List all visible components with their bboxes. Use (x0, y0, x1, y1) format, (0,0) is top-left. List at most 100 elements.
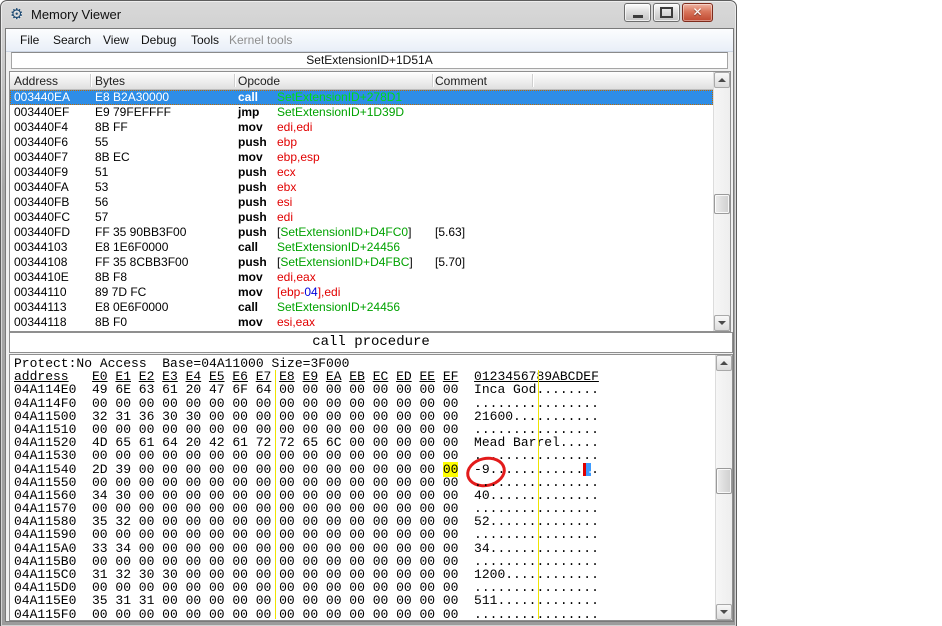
menu-item-debug[interactable]: Debug (138, 32, 179, 48)
dump-byte-cell[interactable]: 00 (373, 608, 396, 620)
dump-byte-cell[interactable]: 00 (232, 608, 255, 620)
menu-item-file[interactable]: File (17, 32, 42, 48)
dump-byte-value: 00 (303, 607, 319, 620)
disasm-row[interactable]: 003440FC57pushedi (10, 210, 713, 225)
client-area: FileSearchViewDebugToolsKernel tools Set… (5, 28, 734, 622)
scroll-down-button[interactable] (716, 604, 732, 620)
dump-ascii-text[interactable]: 511............. (474, 594, 599, 607)
dump-ascii-text[interactable]: Inca God........ (474, 383, 599, 396)
disasm-row[interactable]: 003440EAE8 B2A30000callSetExtensionID+27… (10, 90, 713, 105)
close-button[interactable]: ✕ (682, 3, 713, 22)
disasm-row[interactable]: 003440FDFF 35 90BB3F00push[SetExtensionI… (10, 225, 713, 240)
dump-ascii-text[interactable]: ................ (474, 476, 599, 489)
dump-byte-cell[interactable]: 00 (92, 608, 115, 620)
procedure-bar: call procedure (9, 332, 733, 353)
column-separator (234, 74, 236, 87)
caption-buttons: ✕ (622, 3, 713, 22)
hex-column-guide-line (275, 370, 276, 619)
disasm-row[interactable]: 00344103E8 1E6F0000callSetExtensionID+24… (10, 240, 713, 255)
dump-byte-cell[interactable]: 00 (303, 608, 326, 620)
dump-ascii-text[interactable]: . (591, 463, 599, 476)
disasm-row[interactable]: 003440EFE9 79FEFFFFjmpSetExtensionID+1D3… (10, 105, 713, 120)
dump-ascii-text[interactable]: ................ (474, 608, 599, 620)
edit-cursor[interactable]: . (583, 463, 591, 476)
instruction-mnemonic: push (238, 210, 267, 225)
scroll-up-button[interactable] (716, 355, 732, 371)
scrollbar-thumb[interactable] (714, 194, 730, 214)
disasm-row[interactable]: 003440F78B ECmovebp,esp (10, 150, 713, 165)
titlebar[interactable]: ⚙ Memory Viewer ✕ (1, 1, 736, 28)
spacer (466, 528, 474, 541)
dump-byte-cell[interactable]: 00 (326, 608, 349, 620)
instruction-address: 003440F6 (14, 135, 68, 150)
dump-byte-cell[interactable]: 00 (443, 608, 466, 620)
instruction-mnemonic: push (238, 225, 267, 240)
scroll-down-button[interactable] (714, 315, 730, 331)
column-separator (432, 74, 434, 87)
scrollbar-thumb[interactable] (716, 468, 732, 494)
instruction-bytes: E9 79FEFFFF (95, 105, 171, 120)
disasm-row[interactable]: 003440F951pushecx (10, 165, 713, 180)
instruction-address: 003440FC (14, 210, 70, 225)
dump-byte-cell[interactable]: 00 (162, 608, 185, 620)
dump-row-address: 04A115A0 (14, 542, 92, 555)
vertical-scrollbar[interactable] (715, 355, 732, 620)
instruction-address: 003440F7 (14, 150, 68, 165)
instruction-mnemonic: call (238, 240, 258, 255)
dump-row-address: 04A11530 (14, 449, 92, 462)
disasm-row[interactable]: 00344113E8 0E6F0000callSetExtensionID+24… (10, 300, 713, 315)
disasm-row[interactable]: 003440FB56pushesi (10, 195, 713, 210)
instruction-operand: ebx (277, 180, 296, 195)
dump-byte-cell[interactable]: 00 (443, 449, 466, 462)
instruction-operand: ebp,esp (277, 150, 320, 165)
instruction-address: 00344118 (14, 315, 67, 330)
minimize-button[interactable] (624, 3, 651, 22)
dump-ascii-text[interactable]: 34.............. (474, 542, 599, 555)
disasm-row[interactable]: 003440FA53pushebx (10, 180, 713, 195)
instruction-bytes: 55 (95, 135, 108, 150)
instruction-address: 00344113 (14, 300, 67, 315)
dump-byte-cell[interactable]: 00 (349, 608, 372, 620)
instruction-mnemonic: push (238, 195, 267, 210)
minimize-icon (633, 15, 643, 18)
disasm-row[interactable]: 0034410E8B F8movedi,eax (10, 270, 713, 285)
spacer (466, 608, 474, 620)
maximize-button[interactable] (653, 3, 680, 22)
dump-byte-cell[interactable]: 00 (279, 608, 302, 620)
instruction-operand: edi,edi (277, 120, 312, 135)
dump-byte-cell[interactable]: 00 (209, 608, 232, 620)
vertical-scrollbar[interactable] (713, 72, 730, 331)
instruction-address: 00344108 (14, 255, 67, 270)
down-arrow-icon (720, 610, 728, 614)
instruction-mnemonic: mov (238, 150, 263, 165)
operand-segment: SetExtensionID+278D1 (277, 90, 402, 104)
dump-byte-cell[interactable]: 00 (419, 608, 442, 620)
dump-ascii-text[interactable]: ................ (474, 528, 599, 541)
operand-segment: SetExtensionID+24456 (277, 300, 400, 314)
dump-byte-cell[interactable]: 00 (139, 608, 162, 620)
menu-item-tools[interactable]: Tools (188, 32, 222, 48)
dump-byte-cell[interactable]: 00 (115, 608, 138, 620)
instruction-mnemonic: push (238, 255, 267, 270)
dump-ascii-text[interactable]: 21600........... (474, 410, 599, 423)
column-header-address: Address (14, 74, 58, 88)
dump-row-address: 04A11550 (14, 476, 92, 489)
disasm-row[interactable]: 003440F48B FFmovedi,edi (10, 120, 713, 135)
disasm-row[interactable]: 003440F655pushebp (10, 135, 713, 150)
spacer (466, 476, 474, 489)
instruction-bytes: 89 7D FC (95, 285, 146, 300)
operand-segment: ] (408, 225, 411, 239)
dump-byte-cell[interactable]: 00 (396, 608, 419, 620)
dump-ascii-text[interactable]: ................ (474, 397, 599, 410)
dump-byte-value: 00 (232, 607, 248, 620)
menu-item-search[interactable]: Search (50, 32, 94, 48)
dump-row[interactable]: 04A115F000000000000000000000000000000000… (14, 608, 715, 620)
disasm-row[interactable]: 0034411089 7D FCmov[ebp-04],edi (10, 285, 713, 300)
scroll-up-button[interactable] (714, 72, 730, 88)
disasm-row[interactable]: 00344108FF 35 8CBB3F00push[SetExtensionI… (10, 255, 713, 270)
operand-segment: ebx (277, 180, 296, 194)
operand-segment: ebp (277, 135, 297, 149)
menu-item-view[interactable]: View (100, 32, 132, 48)
dump-byte-cell[interactable]: 00 (186, 608, 209, 620)
disasm-row[interactable]: 003441188B F0movesi,eax (10, 315, 713, 330)
